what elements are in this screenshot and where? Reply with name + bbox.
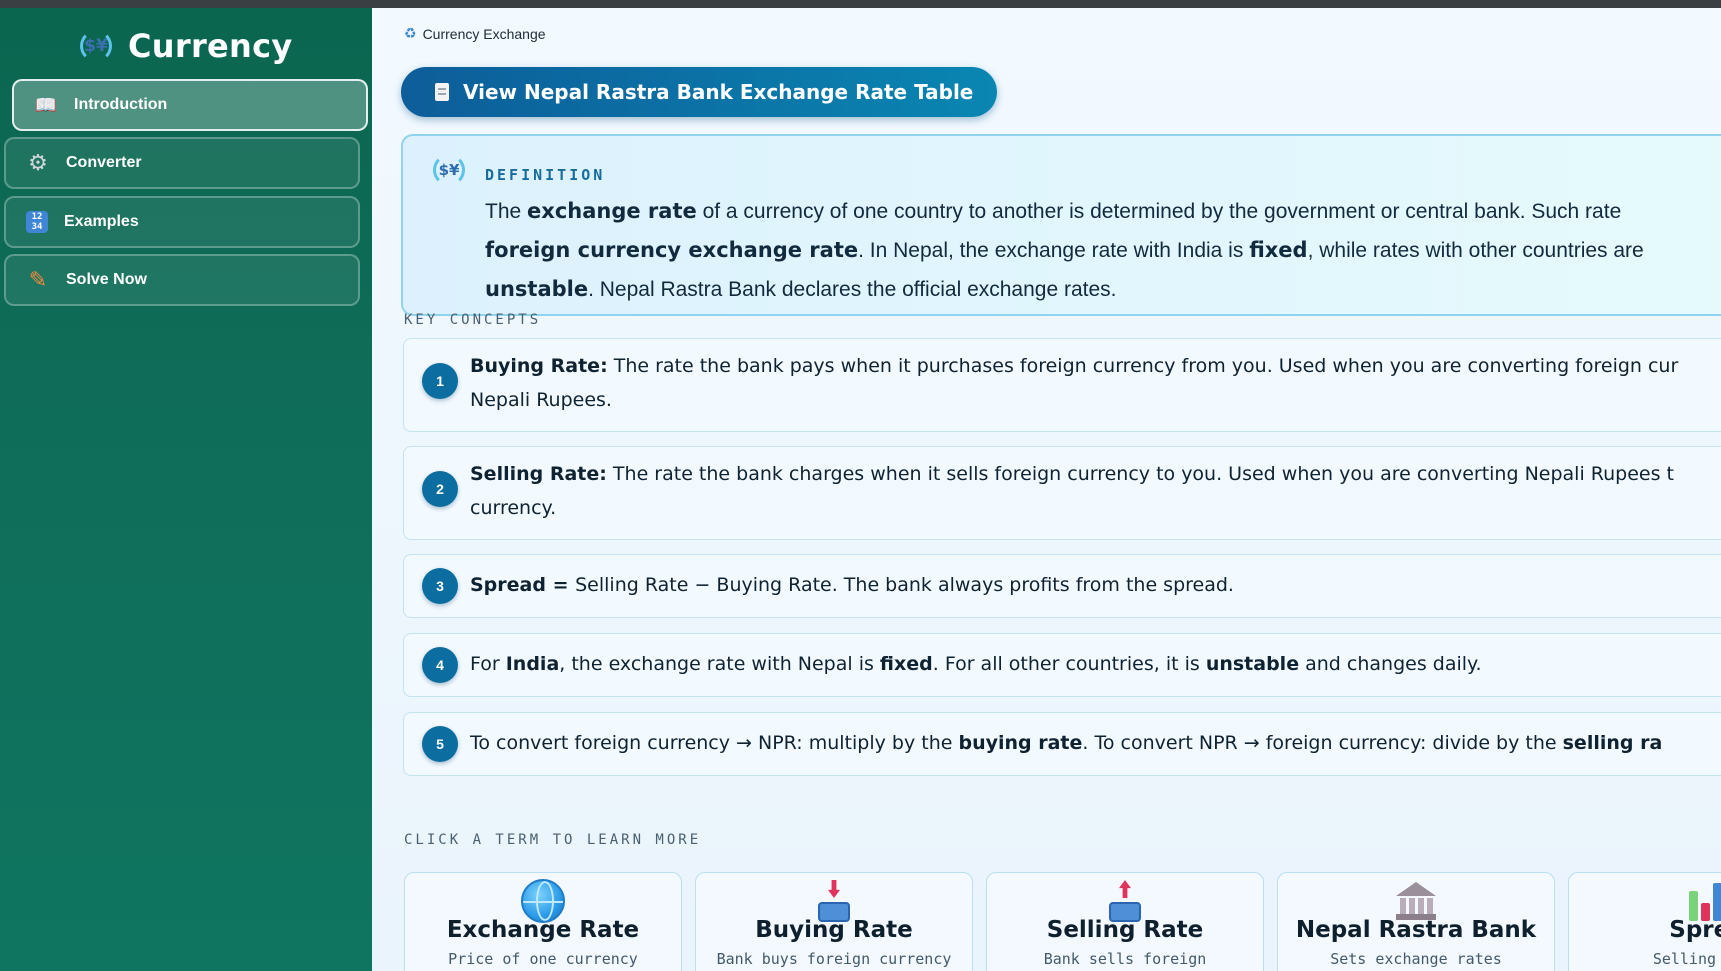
term-subtitle: Price of one currency	[448, 950, 638, 968]
term-card-exchange-rate[interactable]: Exchange Rate Price of one currency	[404, 872, 682, 971]
text-segment: Spread	[470, 574, 546, 596]
concept-number: 2	[422, 471, 458, 507]
brand: $¥ Currency	[78, 22, 293, 70]
concept-number: 3	[422, 568, 458, 604]
document-icon	[435, 83, 449, 101]
definition-card: $¥ DEFINITION The exchange rate of a cur…	[401, 134, 1721, 316]
term-card-nepal-rastra-bank[interactable]: Nepal Rastra Bank Sets exchange rates	[1277, 872, 1555, 971]
text-segment: Selling rate	[1652, 950, 1721, 968]
sidebar-item-examples[interactable]: 12 34 Examples	[4, 196, 360, 248]
text-segment: buying rate	[958, 732, 1083, 754]
terms-label: CLICK A TERM TO LEARN MORE	[404, 832, 702, 848]
text-segment: For	[470, 653, 506, 675]
term-subtitle: Bank buys foreign currency	[716, 950, 952, 968]
term-card-spread[interactable]: Sprea Selling raterate	[1568, 872, 1721, 971]
text-segment: unstable	[1205, 653, 1300, 675]
sidebar-item-label: Introduction	[74, 96, 168, 113]
text-segment: . For all other countries, it is	[932, 653, 1206, 675]
bank-icon	[1394, 880, 1438, 922]
term-title: Buying Rate	[755, 917, 913, 943]
pencil-icon: ✎	[28, 267, 48, 293]
numbers-icon: 12 34	[26, 211, 48, 233]
concept-item: 1 Buying Rate: The rate the bank pays wh…	[403, 338, 1721, 432]
text-segment: . In Nepal, the exchange rate with India…	[858, 239, 1250, 262]
term-subtitle: Selling raterate	[1589, 949, 1721, 971]
concept-item: 2 Selling Rate: The rate the bank charge…	[403, 446, 1721, 540]
text-segment: exchange rate	[527, 199, 697, 223]
breadcrumb: ♻ Currency Exchange	[404, 26, 546, 42]
text-segment: selling ra	[1562, 732, 1663, 754]
text-segment: Buying Rate:	[470, 355, 608, 377]
text-segment: The	[485, 200, 528, 223]
concept-text: Buying Rate: The rate the bank pays when…	[470, 349, 1721, 417]
concept-item: 4 For India, the exchange rate with Nepa…	[403, 633, 1721, 697]
concept-text: Selling Rate: The rate the bank charges …	[470, 457, 1721, 525]
outbox-tray-icon	[1107, 880, 1143, 922]
text-segment: of a currency of one country to another …	[696, 200, 1622, 223]
text-segment: The rate the bank pays when it purchases…	[607, 355, 1679, 377]
concept-number: 5	[422, 726, 458, 762]
text-segment: , while rates with other countries are	[1307, 239, 1644, 262]
text-segment: =	[545, 574, 576, 596]
text-segment: Nepali Rupees.	[470, 389, 612, 411]
book-icon: 📖	[34, 94, 58, 116]
text-segment: India	[505, 653, 560, 675]
text-segment: fixed	[879, 653, 933, 675]
sidebar-item-solve-now[interactable]: ✎ Solve Now	[4, 254, 360, 306]
sidebar-item-label: Solve Now	[66, 271, 147, 288]
term-subtitle: Bank sells foreign currency	[1043, 950, 1207, 971]
text-segment: fixed	[1249, 238, 1308, 262]
view-exchange-rate-table-button[interactable]: View Nepal Rastra Bank Exchange Rate Tab…	[401, 67, 997, 117]
term-card-selling-rate[interactable]: Selling Rate Bank sells foreign currency	[986, 872, 1264, 971]
text-segment: To convert foreign currency → NPR: multi…	[470, 732, 959, 754]
text-segment: , the exchange rate with Nepal is	[559, 653, 880, 675]
text-segment: . To convert NPR → foreign currency: div…	[1082, 732, 1563, 754]
sidebar-item-converter[interactable]: ⚙ Converter	[4, 137, 360, 189]
concept-item: 3 Spread = Selling Rate − Buying Rate. T…	[403, 554, 1721, 618]
concept-text: Spread = Selling Rate − Buying Rate. The…	[470, 568, 1721, 602]
term-title: Nepal Rastra Bank	[1295, 917, 1537, 943]
term-card-buying-rate[interactable]: Buying Rate Bank buys foreign currency	[695, 872, 973, 971]
term-subtitle: Sets exchange rates	[1330, 950, 1502, 968]
brand-title: Currency	[128, 27, 293, 65]
currency-exchange-icon: $¥	[431, 152, 467, 188]
gear-icon: ⚙	[28, 150, 48, 176]
term-title: Sprea	[1669, 917, 1721, 943]
sidebar-item-label: Converter	[66, 154, 142, 171]
text-segment: Selling Rate:	[470, 463, 607, 485]
text-segment: foreign currency exchange rate	[485, 238, 859, 262]
currency-exchange-icon: $¥	[78, 28, 114, 64]
definition-label: DEFINITION	[485, 166, 606, 184]
definition-text: The exchange rate of a currency of one c…	[485, 192, 1721, 309]
sidebar-item-label: Examples	[64, 213, 139, 230]
window-top-bar	[0, 0, 1721, 8]
concept-number: 1	[422, 363, 458, 399]
text-segment: . Nepal Rastra Bank declares the officia…	[588, 278, 1117, 301]
main-content: ♻ Currency Exchange View Nepal Rastra Ba…	[372, 8, 1721, 971]
text-segment: unstable	[485, 277, 589, 301]
breadcrumb-label: Currency Exchange	[422, 26, 546, 42]
recycle-icon: ♻	[404, 26, 417, 42]
text-segment: Selling Rate − Buying Rate. The bank alw…	[575, 574, 1234, 596]
sidebar: $¥ Currency 📖 Introduction ⚙ Converter 1…	[0, 8, 372, 971]
concept-text: For India, the exchange rate with Nepal …	[470, 647, 1721, 681]
term-title: Exchange Rate	[446, 917, 640, 943]
concept-item: 5 To convert foreign currency → NPR: mul…	[403, 712, 1721, 776]
concept-text: To convert foreign currency → NPR: multi…	[470, 726, 1721, 760]
text-segment: currency.	[470, 497, 557, 519]
term-title: Selling Rate	[1046, 917, 1204, 943]
key-concepts-label: KEY CONCEPTS	[404, 312, 542, 328]
concept-number: 4	[422, 647, 458, 683]
sidebar-item-introduction[interactable]: 📖 Introduction	[12, 79, 368, 131]
text-segment: The rate the bank charges when it sells …	[606, 463, 1674, 485]
inbox-tray-icon	[816, 880, 852, 922]
text-segment: and changes daily.	[1299, 653, 1482, 675]
view-button-label: View Nepal Rastra Bank Exchange Rate Tab…	[463, 80, 974, 104]
